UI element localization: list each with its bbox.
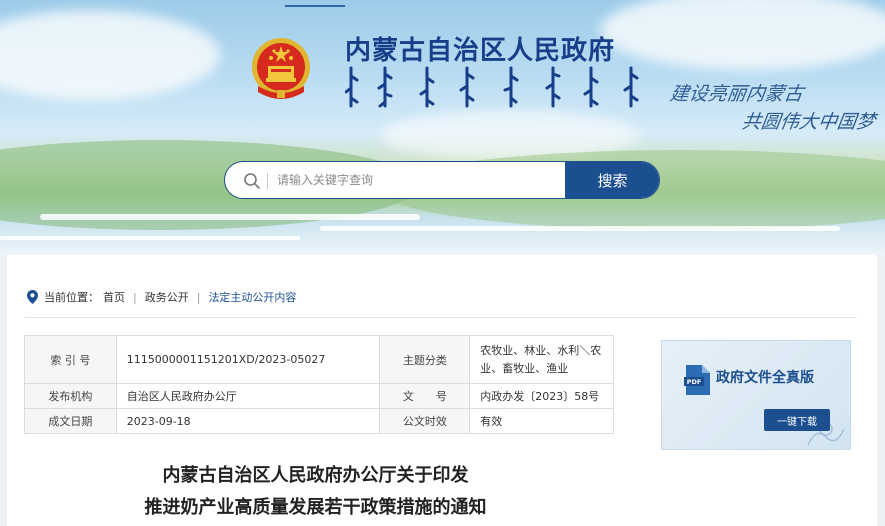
meta-key: 成文日期 xyxy=(24,408,117,434)
pdf-file-icon: PDF xyxy=(684,365,710,395)
official-document-card: PDF 政府文件全真版 一键下载 xyxy=(661,340,851,450)
mongolian-title-graphic xyxy=(345,66,639,108)
slogan-line-1: 建设亮丽内蒙古 xyxy=(668,83,805,105)
meta-value: 内政办发〔2023〕58号 xyxy=(469,383,614,409)
table-row: 发布机构 自治区人民政府办公厅 文 号 内政办发〔2023〕58号 xyxy=(24,383,614,409)
site-title[interactable]: 内蒙古自治区人民政府 xyxy=(345,30,615,67)
meta-key: 主题分类 xyxy=(379,335,471,384)
meta-value: 1115000001151201XD/2023-05027 xyxy=(115,335,381,384)
slogan: 建设亮丽内蒙古 共圆伟大中国梦 xyxy=(664,80,882,136)
doc-card-title: 政府文件全真版 xyxy=(716,370,814,386)
table-row: 成文日期 2023-09-18 公文时效 有效 xyxy=(24,408,614,434)
svg-text:PDF: PDF xyxy=(687,378,702,386)
search-bar: 搜索 xyxy=(224,161,660,199)
meta-value: 有效 xyxy=(469,408,614,434)
breadcrumb-gov-affairs[interactable]: 政务公开 xyxy=(145,289,189,305)
notice-title-line-2: 推进奶产业高质量发展若干政策措施的通知 xyxy=(144,497,487,518)
breadcrumb-separator: | xyxy=(133,290,137,304)
river xyxy=(0,236,300,240)
breadcrumb: 当前位置： 首页 | 政务公开 | 法定主动公开内容 xyxy=(27,289,296,305)
meta-key: 公文时效 xyxy=(379,408,471,434)
river xyxy=(320,226,840,231)
document-meta-table: 索 引 号 1115000001151201XD/2023-05027 主题分类… xyxy=(24,335,614,434)
top-accent-line xyxy=(285,5,345,7)
meta-key: 文 号 xyxy=(379,383,471,409)
notice-title-line-1: 内蒙古自治区人民政府办公厅关于印发 xyxy=(162,465,469,486)
notice-title: 内蒙古自治区人民政府办公厅关于印发 推进奶产业高质量发展若干政策措施的通知 xyxy=(7,460,624,524)
meta-value: 自治区人民政府办公厅 xyxy=(115,383,381,409)
meta-key: 发布机构 xyxy=(24,383,117,409)
table-row: 索 引 号 1115000001151201XD/2023-05027 主题分类… xyxy=(24,335,614,384)
cloud xyxy=(0,10,220,100)
meta-value: 2023-09-18 xyxy=(115,408,381,434)
search-divider xyxy=(267,173,268,189)
breadcrumb-current[interactable]: 法定主动公开内容 xyxy=(208,289,296,305)
search-button[interactable]: 搜索 xyxy=(565,162,659,198)
meta-key: 索 引 号 xyxy=(24,335,117,384)
search-input[interactable] xyxy=(277,162,567,198)
breadcrumb-prefix: 当前位置： xyxy=(44,291,99,304)
national-emblem-icon xyxy=(252,38,310,99)
meta-value: 农牧业、林业、水利＼农业、畜牧业、渔业 xyxy=(469,335,614,384)
slogan-line-2: 共圆伟大中国梦 xyxy=(740,111,877,133)
decorative-pattern-icon xyxy=(807,422,845,446)
cloud xyxy=(600,0,885,70)
header-banner: 内蒙古自治区人民政府 建设亮丽内蒙古 共圆伟大中国梦 搜索 xyxy=(0,0,885,255)
river xyxy=(40,214,420,220)
location-pin-icon xyxy=(27,290,38,304)
breadcrumb-divider xyxy=(25,317,857,318)
content-panel: 当前位置： 首页 | 政务公开 | 法定主动公开内容 索 引 号 1115000… xyxy=(7,255,877,526)
breadcrumb-home[interactable]: 首页 xyxy=(103,289,125,305)
breadcrumb-separator: | xyxy=(196,290,201,304)
search-icon xyxy=(244,173,260,189)
